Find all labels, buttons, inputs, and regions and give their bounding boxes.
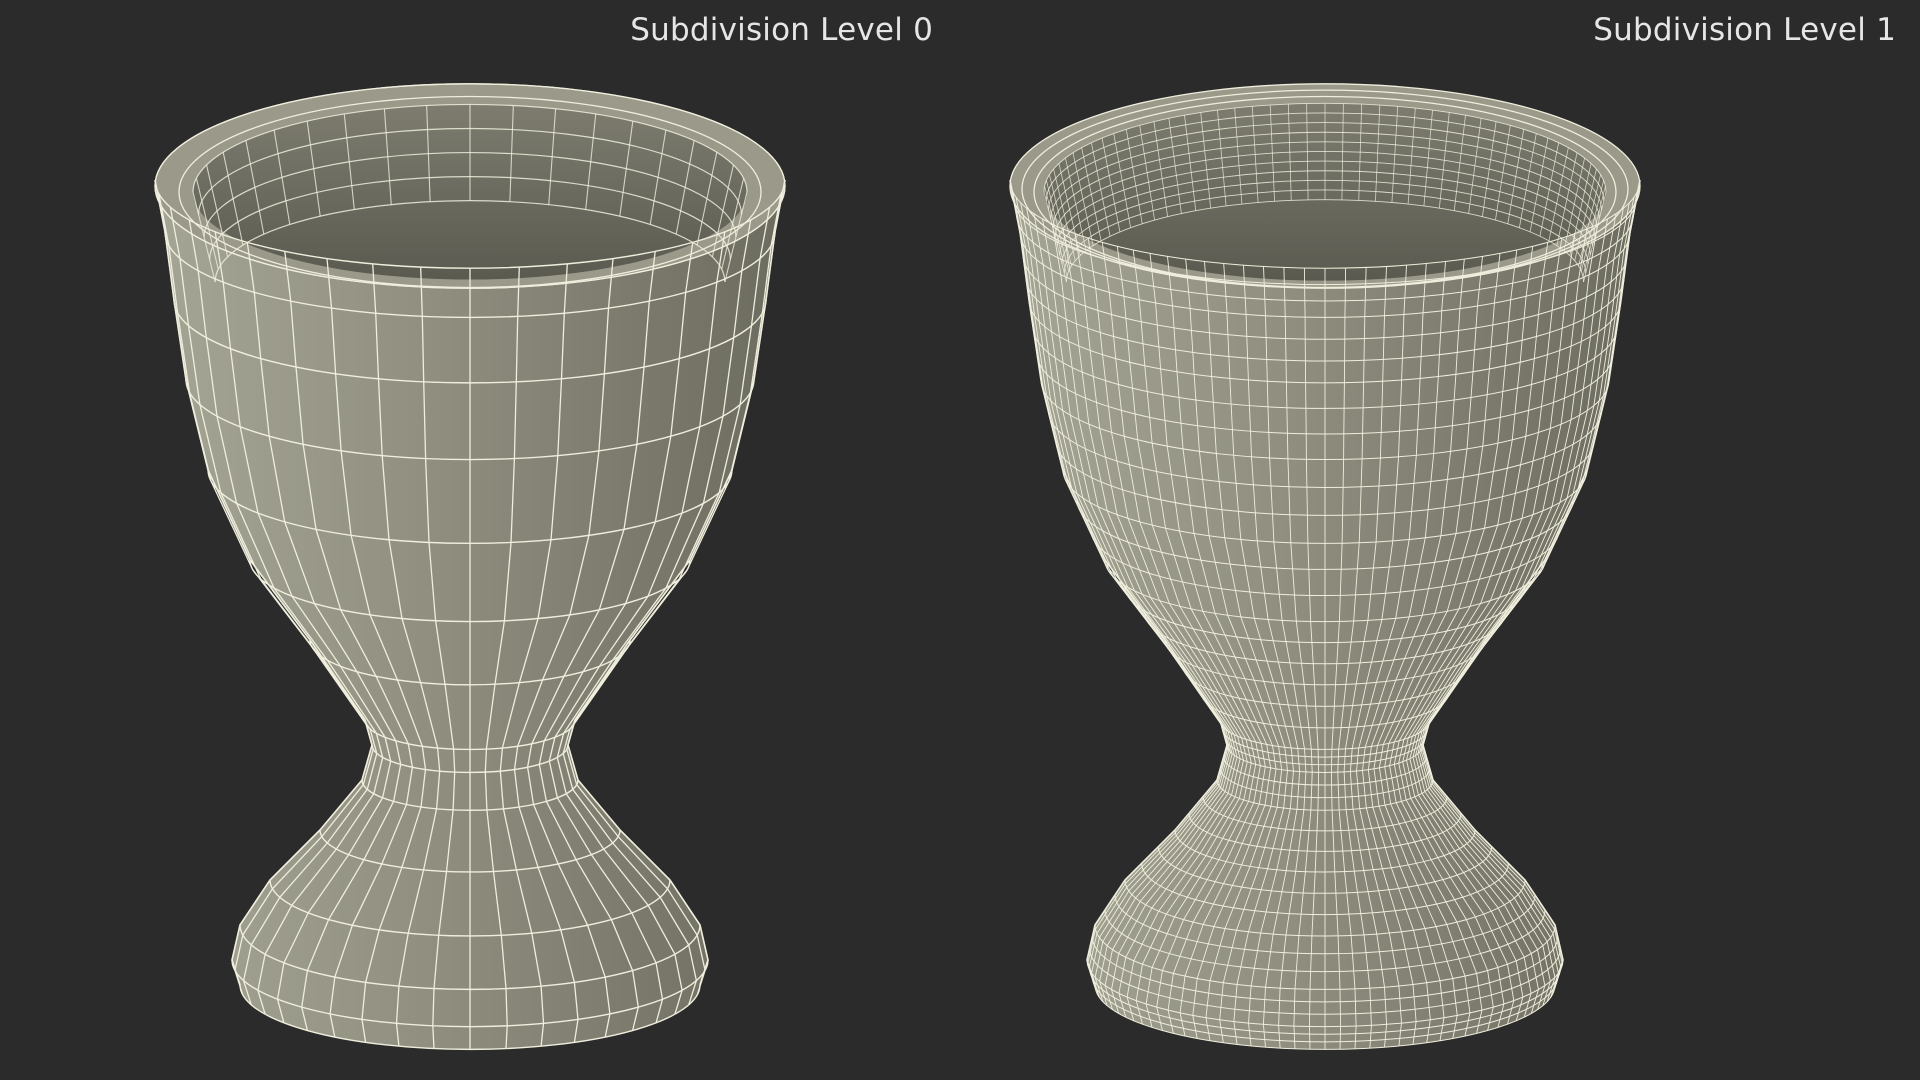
- render-panel-level-0: Subdivision Level 0: [0, 0, 960, 1080]
- subdivision-level-label: Subdivision Level 1: [1593, 12, 1896, 48]
- mesh-group: [1009, 83, 1641, 1050]
- render-panel-level-1: Subdivision Level 1: [960, 0, 1920, 1080]
- subdivision-level-label: Subdivision Level 0: [630, 12, 933, 48]
- egg-cup-wireframe-level-1: [1009, 83, 1641, 1050]
- egg-cup-wireframe-level-0: [154, 83, 786, 1051]
- mesh-group: [154, 83, 786, 1051]
- viewport-canvas: Subdivision Level 0 Subdivision Level 1: [0, 0, 1920, 1080]
